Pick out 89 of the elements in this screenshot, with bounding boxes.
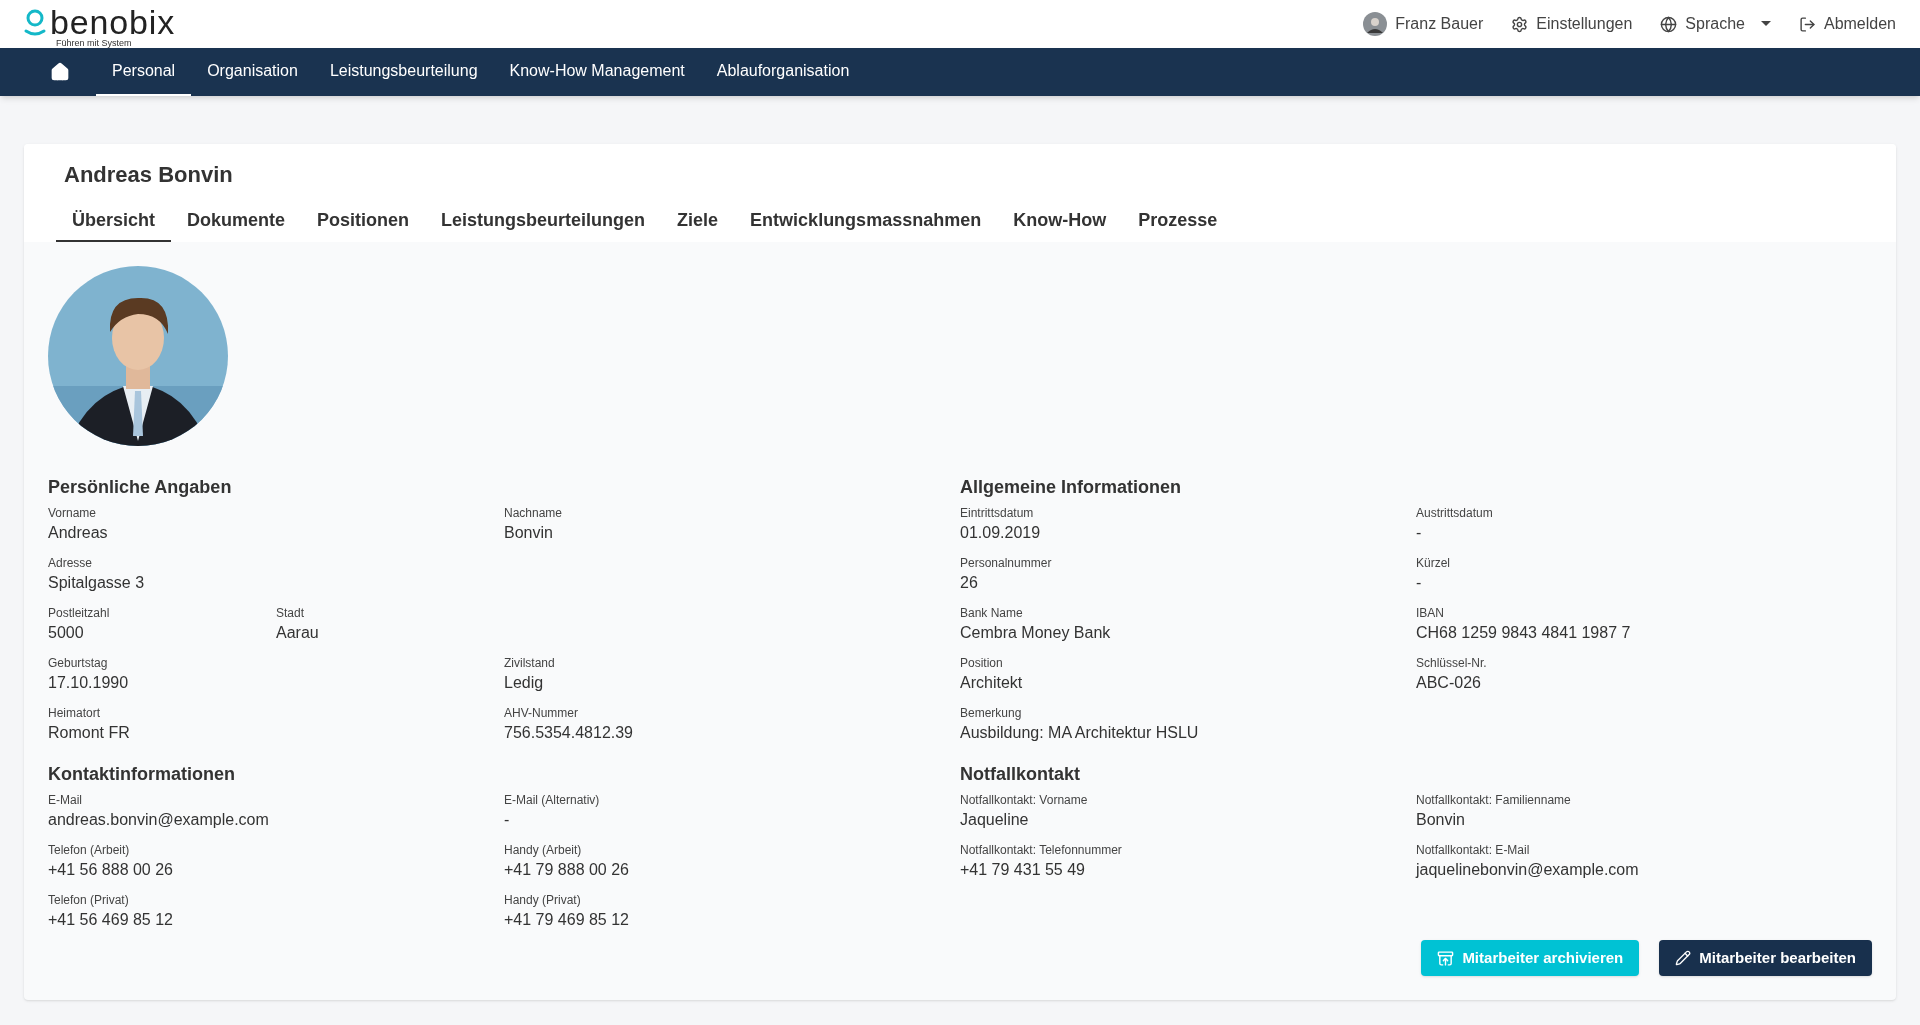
logout-icon — [1798, 15, 1816, 33]
tab[interactable]: Ziele — [661, 207, 735, 242]
field-label: Notfallkontakt: Familienname — [1416, 792, 1572, 808]
nav-item[interactable]: Know-How Management — [493, 48, 701, 96]
field-value: - — [504, 810, 511, 830]
field-value: andreas.bonvin@example.com — [48, 810, 270, 830]
tab[interactable]: Entwicklungsmassnahmen — [734, 207, 998, 242]
section-heading: Kontaktinformationen — [48, 763, 236, 786]
field-value: Romont FR — [48, 723, 131, 743]
field-value: 5000 — [48, 623, 85, 643]
field-label: Telefon (Arbeit) — [48, 842, 131, 858]
field-label: Handy (Arbeit) — [504, 842, 583, 858]
field-value: jaquelinebonvin@example.com — [1416, 860, 1640, 880]
home-icon — [50, 62, 70, 82]
field-label: Adresse — [48, 555, 94, 571]
field-label: Bank Name — [960, 605, 1024, 621]
field-value: CH68 1259 9843 4841 1987 7 — [1416, 623, 1632, 643]
caret-icon — [1760, 21, 1771, 27]
field-label: Bemerkung — [960, 705, 1023, 721]
nav-item[interactable]: Personal — [96, 48, 192, 96]
field-value: +41 56 888 00 26 — [48, 860, 174, 880]
field-label: Eintrittsdatum — [960, 505, 1035, 521]
field-value: 01.09.2019 — [960, 523, 1042, 543]
nav-item[interactable]: Organisation — [191, 48, 314, 96]
tab[interactable]: Prozesse — [1122, 207, 1234, 242]
field-value: Ausbildung: MA Architektur HSLU — [960, 723, 1200, 743]
field-value: Spitalgasse 3 — [48, 573, 146, 593]
field-value: ABC-026 — [1416, 673, 1482, 693]
tab[interactable]: Dokumente — [171, 207, 302, 242]
field-value: 26 — [960, 573, 979, 593]
logout-link[interactable]: Abmelden — [1798, 12, 1896, 36]
field-label: Postleitzahl — [48, 605, 111, 621]
field-value: Ledig — [504, 673, 545, 693]
field-value: +41 56 469 85 12 — [48, 910, 174, 930]
field-value: Andreas — [48, 523, 109, 543]
section-heading: Notfallkontakt — [960, 763, 1081, 786]
field-label: E-Mail (Alternativ) — [504, 792, 601, 808]
field-label: Handy (Privat) — [504, 892, 582, 908]
tab[interactable]: Know-How — [997, 207, 1123, 242]
field-value: Bonvin — [504, 523, 554, 543]
field-label: Zivilstand — [504, 655, 556, 671]
field-label: Vorname — [48, 505, 98, 521]
field-value: Architekt — [960, 673, 1024, 693]
field-value: - — [1416, 573, 1423, 593]
field-label: IBAN — [1416, 605, 1445, 621]
field-label: AHV-Nummer — [504, 705, 579, 721]
field-label: Telefon (Privat) — [48, 892, 130, 908]
avatar-icon — [1363, 12, 1388, 36]
section-heading: Allgemeine Informationen — [960, 476, 1183, 499]
field-value: Cembra Money Bank — [960, 623, 1112, 643]
language-menu[interactable]: Sprache — [1660, 12, 1771, 36]
tab[interactable]: Leistungsbeurteilungen — [425, 207, 662, 242]
tab[interactable]: Positionen — [301, 207, 426, 242]
field-label: Nachname — [504, 505, 564, 521]
logo-wordmark: benobix — [50, 4, 176, 39]
field-label: Notfallkontakt: E-Mail — [1416, 842, 1531, 858]
field-label: Notfallkontakt: Telefonnummer — [960, 842, 1123, 858]
nav-item[interactable]: Ablauforganisation — [700, 48, 866, 96]
field-label: E-Mail — [48, 792, 83, 808]
archive-icon — [1437, 949, 1455, 967]
field-label: Heimatort — [48, 705, 101, 721]
field-value: Aarau — [276, 623, 320, 643]
field-value: +41 79 431 55 49 — [960, 860, 1086, 880]
field-value: +41 79 469 85 12 — [504, 910, 630, 930]
settings-link[interactable]: Einstellungen — [1511, 12, 1633, 36]
nav-item[interactable]: Leistungsbeurteilung — [313, 48, 494, 96]
settings-icon — [1511, 15, 1529, 33]
field-label: Stadt — [276, 605, 306, 621]
edit-button[interactable]: Mitarbeiter bearbeiten — [1659, 940, 1872, 976]
field-label: Position — [960, 655, 1004, 671]
field-label: Geburtstag — [48, 655, 109, 671]
employee-name: Andreas Bonvin — [64, 161, 234, 189]
user-menu[interactable]: Franz Bauer — [1363, 12, 1484, 36]
field-value: - — [1416, 523, 1423, 543]
logo-tagline: Führen mit System — [56, 38, 132, 48]
field-label: Notfallkontakt: Vorname — [960, 792, 1089, 808]
field-label: Kürzel — [1416, 555, 1451, 571]
field-value: +41 79 888 00 26 — [504, 860, 630, 880]
field-value: Bonvin — [1416, 810, 1466, 830]
field-label: Schlüssel-Nr. — [1416, 655, 1488, 671]
globe-icon — [1660, 15, 1678, 33]
field-value: 17.10.1990 — [48, 673, 130, 693]
section-heading: Persönliche Angaben — [48, 476, 233, 499]
field-label: Personalnummer — [960, 555, 1053, 571]
tab[interactable]: Übersicht — [56, 207, 172, 242]
field-value: Jaqueline — [960, 810, 1030, 830]
field-value: 756.5354.4812.39 — [504, 723, 634, 743]
pencil-icon — [1675, 950, 1692, 966]
field-label: Austrittsdatum — [1416, 505, 1494, 521]
